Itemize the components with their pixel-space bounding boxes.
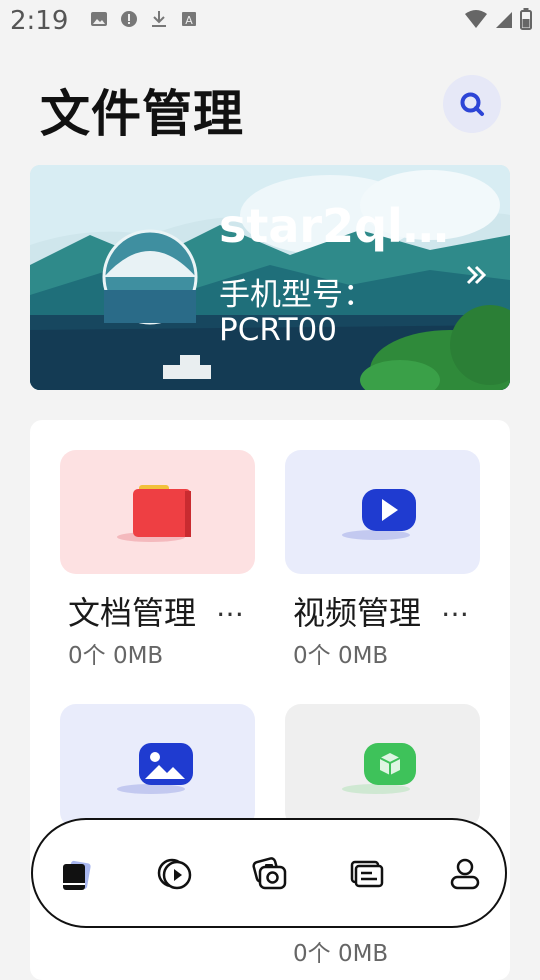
nav-profile[interactable] — [443, 852, 487, 896]
keyboard-icon: A — [182, 12, 196, 27]
alert-icon — [121, 11, 137, 27]
status-bar: 2:19 A — [0, 0, 540, 44]
images-tile[interactable] — [60, 704, 255, 828]
search-icon — [460, 92, 484, 116]
video-icon — [157, 858, 192, 890]
device-name: star2ql… — [219, 199, 449, 253]
camera-icon — [252, 857, 287, 890]
image-icon — [91, 12, 107, 26]
image-gallery-icon — [116, 743, 193, 794]
video-play-icon — [341, 489, 416, 540]
device-banner[interactable]: star2ql… 手机型号： PCRT00 — [30, 165, 510, 390]
wifi-icon — [465, 10, 487, 28]
status-notification-icons: A — [90, 10, 198, 28]
nav-photos[interactable] — [248, 852, 292, 896]
device-model-label: 手机型号： — [219, 277, 374, 313]
page-title: 文件管理 — [40, 85, 244, 143]
signal-icon — [496, 12, 512, 28]
download-icon — [152, 11, 166, 27]
nav-files[interactable] — [345, 852, 389, 896]
packages-meta: 0个 0MB — [293, 941, 389, 967]
documents-more-button[interactable]: … — [216, 590, 246, 623]
folder-icon — [116, 485, 191, 542]
documents-tile[interactable] — [60, 450, 255, 574]
documents-title: 文档管理 — [68, 594, 197, 632]
video-title: 视频管理 — [293, 594, 422, 632]
video-meta: 0个 0MB — [293, 643, 389, 669]
nav-video[interactable] — [153, 852, 197, 896]
device-model-value: PCRT00 — [219, 312, 338, 348]
files-icon — [350, 860, 384, 888]
user-icon — [450, 858, 480, 890]
documents-meta: 0个 0MB — [68, 643, 164, 669]
double-chevron-right-icon[interactable] — [464, 262, 490, 288]
status-time: 2:19 — [10, 6, 69, 36]
svg-text:A: A — [185, 14, 193, 27]
document-icon — [63, 860, 91, 890]
video-more-button[interactable]: … — [441, 590, 471, 623]
video-tile[interactable] — [285, 450, 480, 574]
nav-documents[interactable] — [53, 852, 97, 896]
package-box-icon — [341, 743, 416, 794]
packages-tile[interactable] — [285, 704, 480, 828]
status-system-icons — [464, 8, 532, 30]
bottom-navigation — [31, 818, 507, 928]
search-button[interactable] — [443, 75, 501, 133]
battery-icon — [520, 8, 532, 30]
